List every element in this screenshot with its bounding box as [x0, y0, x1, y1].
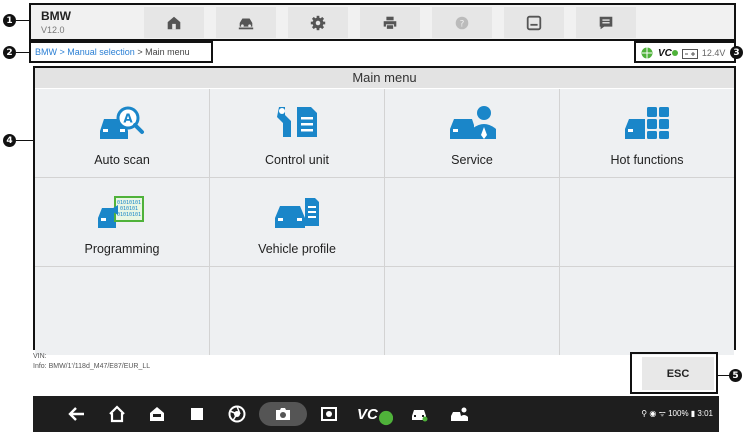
- callout-4-leader: [16, 140, 33, 141]
- empty-tile: [560, 178, 734, 266]
- svg-text:A: A: [123, 112, 133, 126]
- back-button[interactable]: [63, 402, 91, 426]
- breadcrumb: BMW > Manual selection > Main menu: [29, 41, 213, 63]
- vci-connected-nav-icon: [378, 410, 393, 426]
- control-unit-label: Control unit: [265, 153, 329, 167]
- app-home-icon: [150, 407, 164, 421]
- breadcrumb-current: > Main menu: [134, 47, 190, 57]
- auto-scan-icon: A: [100, 106, 144, 139]
- empty-tile: [385, 178, 559, 266]
- browser-icon: [228, 405, 246, 423]
- vehicle-make: BMW: [41, 9, 71, 23]
- vehicle-technician-icon: [451, 407, 468, 421]
- battery-voltage: 12.4V: [701, 48, 726, 58]
- quick-link-vehicle-button[interactable]: [405, 402, 433, 426]
- vci-status-label: VC: [658, 47, 672, 59]
- status-indicators: VC 12.4V: [634, 41, 736, 63]
- breadcrumb-root[interactable]: BMW: [35, 47, 57, 57]
- service-icon: [450, 106, 496, 139]
- empty-tile: [385, 267, 559, 355]
- control-unit-icon: [277, 107, 317, 137]
- programming-label: Programming: [84, 242, 160, 256]
- programming-tile[interactable]: 01010101 010101 01010101 Programming: [35, 178, 209, 266]
- callout-4: 4: [3, 134, 16, 147]
- network-globe-icon: [641, 47, 653, 59]
- function-grid: A Auto scan Control unit Service Hot fun…: [35, 89, 734, 355]
- breadcrumb-manual-selection[interactable]: Manual selection: [67, 47, 135, 57]
- vehicle-info-text: Info: BMW/1'/118d_M47/E87/EUR_LL: [33, 363, 151, 370]
- callout-2-leader: [16, 52, 29, 53]
- back-arrow-icon: [68, 407, 84, 421]
- vci-manager-button[interactable]: VC: [357, 402, 393, 426]
- empty-tile: [35, 267, 209, 355]
- battery-icon: [681, 48, 698, 59]
- empty-tile: [560, 267, 734, 355]
- print-icon: [383, 16, 397, 30]
- callout-1-leader: [16, 20, 29, 21]
- empty-tile: [210, 267, 384, 355]
- esc-frame: ESC: [630, 352, 718, 394]
- android-home-icon: [109, 405, 125, 423]
- screen: 1 BMW V12.0 ? 2 BMW > Manual selection >…: [0, 0, 744, 432]
- data-logging-button[interactable]: [576, 7, 636, 38]
- save-button[interactable]: [504, 7, 564, 38]
- top-toolbar: BMW V12.0 ?: [29, 3, 736, 41]
- help-button[interactable]: ?: [432, 7, 492, 38]
- service-tile[interactable]: Service: [385, 89, 559, 177]
- remote-expert-button[interactable]: [445, 402, 473, 426]
- recent-apps-icon: [191, 408, 203, 420]
- vehicle-profile-icon: [275, 198, 319, 228]
- vehicle-swap-button[interactable]: [216, 7, 276, 38]
- vehicle-icon: [412, 410, 428, 422]
- home-button[interactable]: [144, 7, 204, 38]
- settings-button[interactable]: [288, 7, 348, 38]
- software-version: V12.0: [41, 25, 65, 35]
- help-icon: ?: [455, 16, 469, 29]
- screen-record-button[interactable]: [315, 402, 343, 426]
- control-unit-tile[interactable]: Control unit: [210, 89, 384, 177]
- callout-3: 3: [730, 46, 743, 59]
- programming-icon: 01010101 010101 01010101: [98, 196, 144, 228]
- vehicle-swap-icon: [238, 18, 254, 29]
- service-label: Service: [451, 153, 493, 167]
- hot-functions-tile[interactable]: Hot functions: [560, 89, 734, 177]
- hot-functions-icon: [625, 107, 669, 139]
- camera-icon: [276, 408, 290, 420]
- print-button[interactable]: [360, 7, 420, 38]
- main-menu-panel: Main menu A Auto scan Control unit Servi…: [33, 66, 736, 355]
- vehicle-info-bar: VIN: Info: BMW/1'/118d_M47/E87/EUR_LL: [33, 352, 631, 392]
- screenshot-button[interactable]: [259, 402, 307, 426]
- save-icon: [526, 15, 542, 30]
- recent-apps-button[interactable]: [183, 402, 211, 426]
- vci-nav-label: VC: [357, 405, 378, 423]
- svg-text:01010101: 01010101: [117, 212, 141, 218]
- home-icon: [167, 16, 181, 29]
- svg-text:?: ?: [460, 19, 465, 29]
- vehicle-info: BMW V12.0: [41, 9, 71, 36]
- auto-scan-label: Auto scan: [94, 153, 150, 167]
- data-logging-icon: [599, 16, 613, 29]
- callout-5: 5: [729, 369, 742, 382]
- vin-text: VIN:: [33, 353, 47, 360]
- callout-2: 2: [3, 46, 16, 59]
- screen-record-icon: [321, 407, 337, 421]
- vehicle-profile-label: Vehicle profile: [258, 242, 336, 256]
- app-home-button[interactable]: [143, 402, 171, 426]
- callout-1: 1: [3, 14, 16, 27]
- hot-functions-label: Hot functions: [610, 153, 684, 167]
- system-navigation-bar: VC ⚲ ◉ ᯤ 100% ▮ 3:01: [33, 396, 719, 432]
- auto-scan-tile[interactable]: A Auto scan: [35, 89, 209, 177]
- settings-icon: [310, 15, 326, 30]
- system-status: ⚲ ◉ ᯤ 100% ▮ 3:01: [641, 409, 713, 418]
- browser-button[interactable]: [223, 402, 251, 426]
- main-menu-title: Main menu: [35, 68, 734, 88]
- vci-connected-icon: [671, 50, 678, 56]
- vehicle-profile-tile[interactable]: Vehicle profile: [210, 178, 384, 266]
- esc-button[interactable]: ESC: [642, 357, 714, 390]
- home-nav-button[interactable]: [103, 402, 131, 426]
- breadcrumb-separator: >: [57, 47, 68, 57]
